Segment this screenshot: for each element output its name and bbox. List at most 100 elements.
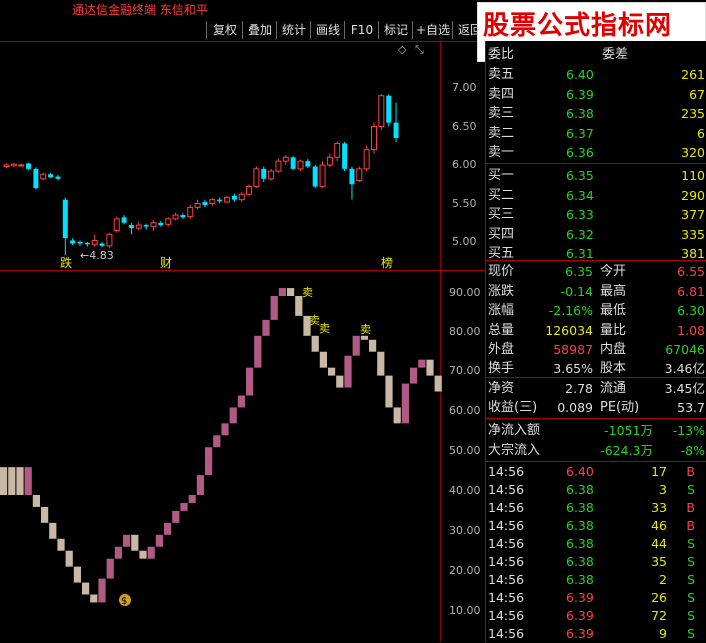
ask-row[interactable]: 卖三 6.38 235	[486, 104, 706, 123]
tick-row: 14:56 6.38 2 S	[486, 570, 706, 589]
ask-volume: 320	[681, 145, 705, 160]
tick-price: 6.39	[566, 608, 594, 623]
ask-row[interactable]: 卖一 6.36 320	[486, 143, 706, 162]
candle-body	[121, 217, 127, 223]
tick-price: 6.38	[566, 536, 594, 551]
bid-row[interactable]: 买二 6.34 290	[486, 186, 706, 205]
f10-button[interactable]: F10	[344, 21, 380, 39]
indicator-bar	[319, 351, 327, 368]
indicator-tick: 30.00	[449, 524, 481, 537]
tick-side: S	[687, 554, 695, 569]
flow-amount: -1051万	[604, 423, 653, 438]
ask-volume: 67	[689, 86, 705, 102]
indicator-bar	[221, 423, 229, 436]
bid-row[interactable]: 买四 6.32 335	[486, 225, 706, 244]
candle-body	[40, 173, 47, 180]
quote-row: 涨幅 -2.16% 最低 6.30	[486, 301, 706, 320]
candle-body	[91, 239, 98, 245]
indicator-bar	[73, 566, 81, 583]
kline-chart-area[interactable]: 7.00 6.50 6.00 5.50 5.00 90.00 80.00 70.…	[0, 41, 485, 642]
quote-value: 67046	[665, 342, 705, 357]
statistics-button[interactable]: 统计	[276, 21, 312, 39]
tick-row: 14:56 6.39 72 S	[486, 606, 706, 625]
quote-label: 最高	[600, 283, 627, 299]
tick-time: 14:56	[488, 590, 525, 605]
candle-body	[209, 199, 216, 204]
indicator-bar	[393, 407, 401, 424]
candle-body	[194, 203, 201, 208]
indicator-bar	[418, 359, 426, 368]
indicator-tick: 70.00	[449, 364, 481, 377]
indicator-bar	[229, 407, 237, 424]
tick-price: 6.40	[566, 464, 594, 479]
add-watchlist-button[interactable]: +自选	[412, 21, 454, 39]
quote-row: 总量 126034 量比 1.08	[486, 321, 706, 340]
indicator-bar	[123, 534, 131, 547]
candle-body	[305, 161, 311, 167]
tick-time: 14:56	[488, 500, 525, 515]
indicator-bar	[213, 435, 221, 448]
candle-body	[172, 214, 179, 220]
mark-button[interactable]: 标记	[378, 21, 414, 39]
tick-row: 14:56 6.38 44 S	[486, 534, 706, 553]
candle-body	[326, 156, 333, 166]
indicator-tick: 80.00	[449, 325, 481, 338]
fuquan-button[interactable]: 复权	[206, 21, 244, 39]
candle-body	[113, 218, 120, 231]
event-marker[interactable]: 财	[160, 256, 172, 270]
indicator-bar	[65, 550, 73, 567]
candle-body	[135, 224, 142, 229]
indicator-bar	[278, 288, 286, 296]
coin-label: $	[121, 596, 127, 607]
overlay-button[interactable]: 叠加	[242, 21, 278, 39]
quote-label: 总量	[488, 322, 515, 338]
quote-value: -2.16%	[548, 303, 593, 318]
indicator-bar	[180, 502, 188, 511]
ask-volume: 6	[697, 125, 705, 141]
event-marker[interactable]: 榜	[381, 255, 393, 270]
tick-price: 6.38	[566, 500, 594, 515]
draw-line-button[interactable]: 画线	[310, 21, 346, 39]
bid-level-label: 买一	[488, 168, 515, 183]
indicator-bar	[114, 546, 122, 559]
quote-label: 外盘	[488, 342, 515, 357]
tick-volume: 35	[651, 554, 667, 569]
candle-body	[77, 242, 83, 244]
event-marker[interactable]: 跌	[60, 255, 72, 270]
indicator-bar	[237, 395, 245, 408]
candle-body	[55, 176, 61, 179]
tick-time: 14:56	[488, 626, 525, 641]
ask-row[interactable]: 卖四 6.39 67	[486, 85, 706, 104]
candle-body	[334, 142, 341, 158]
indicator-bar	[82, 582, 90, 595]
diamond-icon[interactable]: ◇	[398, 43, 407, 56]
indicator-tick: 20.00	[449, 564, 481, 577]
ask-row[interactable]: 卖五 6.40 261	[486, 65, 706, 84]
indicator-bar	[352, 335, 360, 356]
tick-side: S	[687, 536, 695, 551]
shrink-icon[interactable]: ⤡	[415, 43, 424, 56]
bid-row[interactable]: 买三 6.33 377	[486, 205, 706, 224]
tick-price: 6.39	[566, 590, 594, 605]
indicator-bar	[401, 383, 409, 424]
flow-amount: -624.3万	[600, 442, 653, 458]
indicator-bar	[98, 578, 106, 603]
tick-volume: 26	[651, 590, 667, 605]
candle-body	[10, 163, 17, 167]
indicator-bar	[385, 375, 393, 408]
indicator-bar	[188, 495, 196, 503]
indicator-bar	[434, 375, 442, 392]
candle-body	[84, 242, 90, 245]
ask-row[interactable]: 卖二 6.37 6	[486, 124, 706, 143]
fundamental-value: 3.45亿	[664, 380, 705, 396]
indicator-bar	[270, 296, 278, 320]
quote-panel: 委比 委差 卖五 6.40 261 卖四 6.39 67 卖三 6.38 235 卖二 6.37 6 卖…	[485, 41, 706, 642]
fundamental-label: PE(动)	[600, 400, 640, 415]
tick-row: 14:56 6.38 33 B	[486, 498, 706, 517]
candle-body	[202, 201, 208, 206]
bid-row[interactable]: 买一 6.35 110	[486, 166, 706, 185]
indicator-bar	[360, 335, 368, 340]
indicator-bar	[49, 522, 57, 539]
indicator-tick: 90.00	[449, 286, 481, 299]
tick-side: B	[686, 518, 695, 533]
